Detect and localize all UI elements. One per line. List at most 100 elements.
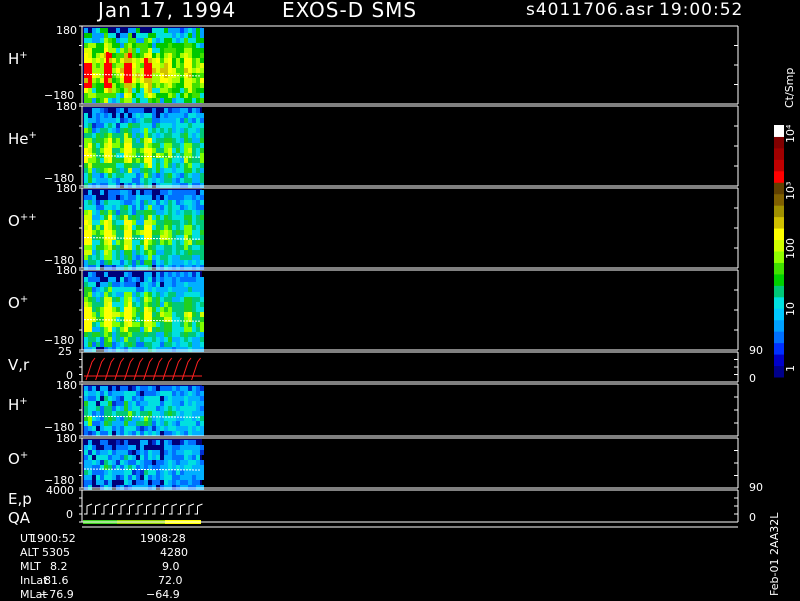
- heatmap-cell: [100, 138, 104, 143]
- heatmap-cell: [188, 118, 192, 123]
- heatmap-cell: [116, 83, 120, 88]
- heatmap-cell: [136, 143, 140, 148]
- heatmap-cell: [160, 287, 164, 292]
- heatmap-cell: [92, 426, 96, 431]
- heatmap-cell: [148, 83, 152, 88]
- heatmap-cell: [136, 123, 140, 128]
- heatmap-cell: [180, 68, 184, 73]
- heatmap-cell: [88, 287, 92, 292]
- heatmap-cell: [180, 220, 184, 225]
- heatmap-cell: [192, 431, 196, 436]
- heatmap-cell: [84, 148, 88, 153]
- heatmap-cell: [136, 173, 140, 178]
- heatmap-cell: [88, 470, 92, 475]
- heatmap-cell: [120, 250, 124, 255]
- heatmap-cell: [184, 123, 188, 128]
- heatmap-cell: [92, 431, 96, 436]
- heatmap-cell: [92, 113, 96, 118]
- heatmap-cell: [188, 68, 192, 73]
- heatmap-cell: [168, 78, 172, 83]
- heatmap-cell: [148, 332, 152, 337]
- heatmap-cell: [188, 43, 192, 48]
- heatmap-cell: [188, 148, 192, 153]
- heatmap-cell: [192, 128, 196, 133]
- heatmap-cell: [136, 287, 140, 292]
- heatmap-cell: [192, 272, 196, 277]
- heatmap-cell: [164, 297, 168, 302]
- heatmap-cell: [100, 386, 104, 391]
- heatmap-cell: [132, 205, 136, 210]
- heatmap-cell: [116, 426, 120, 431]
- heatmap-cell: [124, 48, 128, 53]
- heatmap-cell: [188, 465, 192, 470]
- heatmap-cell: [192, 178, 196, 183]
- heatmap-cell: [108, 460, 112, 465]
- heatmap-cell: [100, 143, 104, 148]
- heatmap-cell: [116, 148, 120, 153]
- heatmap-cell: [128, 178, 132, 183]
- heatmap-cell: [172, 450, 176, 455]
- heatmap-cell: [120, 200, 124, 205]
- heatmap-cell: [176, 190, 180, 195]
- heatmap-cell: [192, 302, 196, 307]
- heatmap-cell: [132, 342, 136, 347]
- heatmap-cell: [176, 431, 180, 436]
- heatmap-cell: [200, 173, 204, 178]
- heatmap-cell: [132, 58, 136, 63]
- heatmap-cell: [192, 38, 196, 43]
- heatmap-cell: [192, 470, 196, 475]
- heatmap-cell: [180, 465, 184, 470]
- heatmap-cell: [100, 401, 104, 406]
- heatmap-cell: [176, 337, 180, 342]
- heatmap-cell: [192, 63, 196, 68]
- heatmap-cell: [172, 220, 176, 225]
- heatmap-cell: [176, 68, 180, 73]
- heatmap-cell: [188, 327, 192, 332]
- heatmap-cell: [124, 450, 128, 455]
- heatmap-cell: [196, 220, 200, 225]
- heatmap-cell: [84, 475, 88, 480]
- heatmap-cell: [152, 220, 156, 225]
- heatmap-cell: [104, 411, 108, 416]
- colorbar-swatch: [774, 296, 784, 309]
- heatmap-cell: [144, 470, 148, 475]
- heatmap-cell: [176, 277, 180, 282]
- heatmap-cell: [160, 43, 164, 48]
- heatmap-cell: [188, 475, 192, 480]
- heatmap-cell: [92, 33, 96, 38]
- heatmap-cell: [128, 73, 132, 78]
- heatmap-cell: [140, 128, 144, 133]
- heatmap-cell: [164, 342, 168, 347]
- heatmap-cell: [100, 178, 104, 183]
- heatmap-cell: [128, 108, 132, 113]
- heatmap-cell: [92, 68, 96, 73]
- heatmap-cell: [144, 195, 148, 200]
- heatmap-cell: [180, 450, 184, 455]
- heatmap-cell: [120, 78, 124, 83]
- heatmap-cell: [148, 138, 152, 143]
- heatmap-cell: [88, 128, 92, 133]
- heatmap-cell: [156, 210, 160, 215]
- colorbar-swatch: [774, 365, 784, 378]
- heatmap-cell: [112, 118, 116, 123]
- heatmap-cell: [184, 302, 188, 307]
- heatmap-cell: [152, 148, 156, 153]
- heatmap-cell: [128, 411, 132, 416]
- heatmap-cell: [180, 113, 184, 118]
- heatmap-cell: [192, 250, 196, 255]
- heatmap-cell: [168, 163, 172, 168]
- heatmap-cell: [144, 173, 148, 178]
- heatmap-cell: [100, 88, 104, 93]
- heatmap-cell: [180, 342, 184, 347]
- colorbar-swatch: [774, 319, 784, 332]
- heatmap-cell: [180, 480, 184, 485]
- heatmap-cell: [176, 307, 180, 312]
- heatmap-cell: [132, 455, 136, 460]
- heatmap-cell: [96, 73, 100, 78]
- heatmap-cell: [104, 287, 108, 292]
- heatmap-cell: [180, 225, 184, 230]
- heatmap-cell: [172, 421, 176, 426]
- heatmap-cell: [168, 401, 172, 406]
- heatmap-cell: [104, 158, 108, 163]
- heatmap-cell: [128, 128, 132, 133]
